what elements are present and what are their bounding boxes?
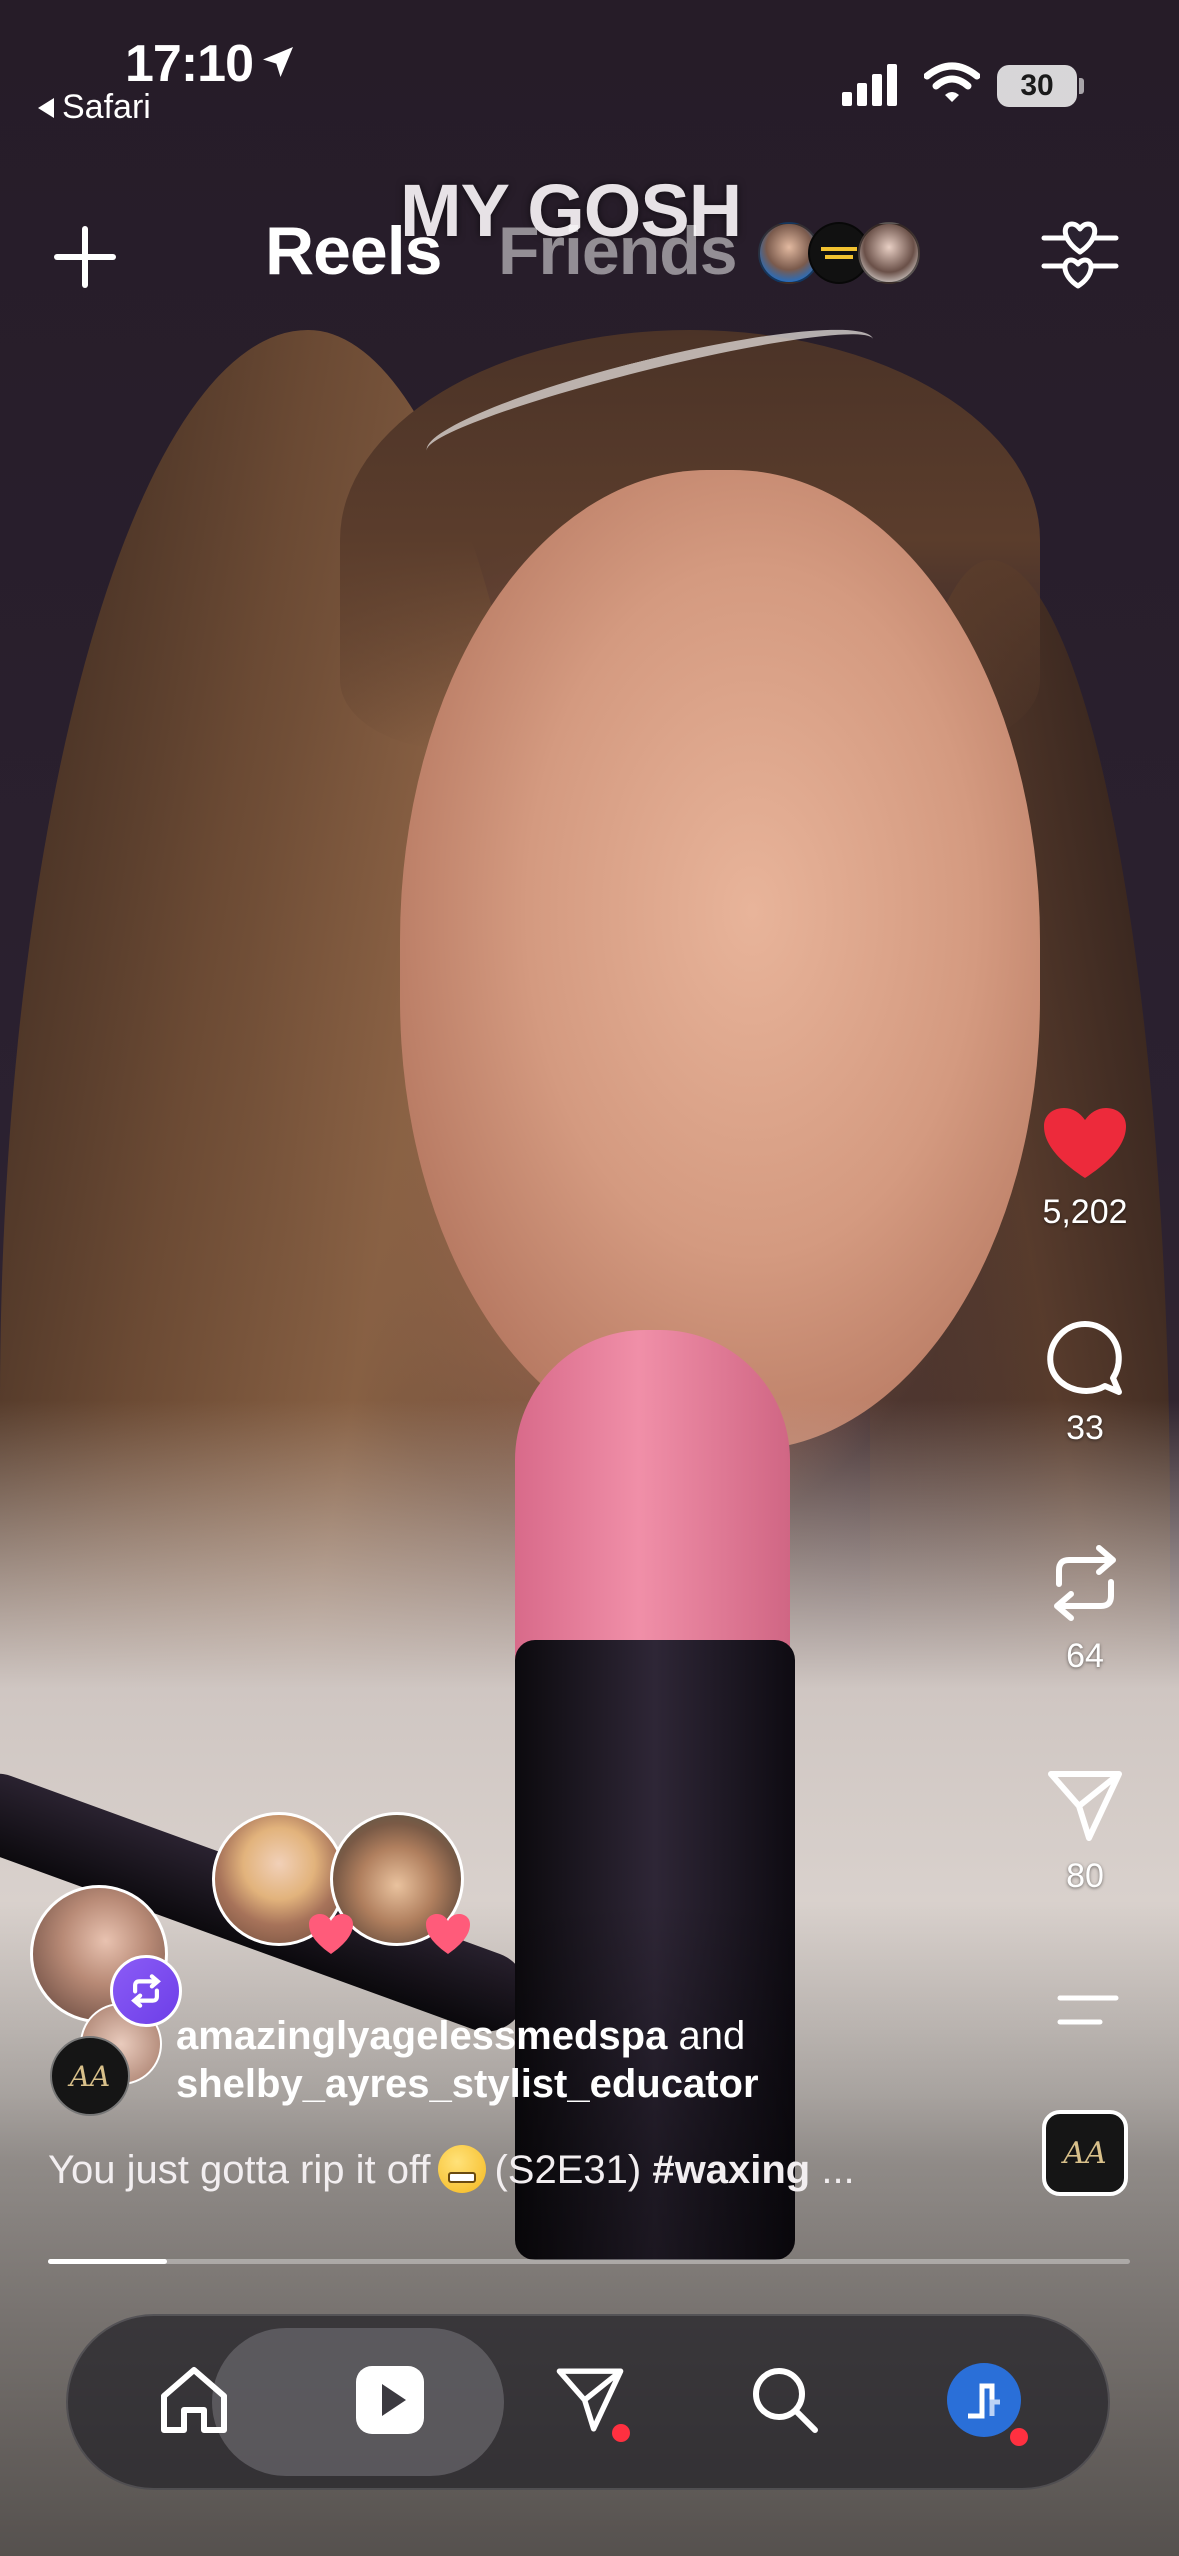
wifi-icon [924,62,980,102]
profile-notification-dot [1010,2428,1028,2446]
heart-sliders-icon[interactable] [1040,212,1120,292]
audio-track-thumbnail[interactable]: AA [1042,2110,1128,2196]
coach-logo-icon [821,247,857,259]
post-caption[interactable]: You just gotta rip it off (S2E31) #waxing… [48,2145,855,2193]
heart-badge-icon [426,1914,470,1954]
creator-logo-avatar[interactable]: AA [50,2036,130,2116]
video-progress-fill [48,2259,168,2264]
repost-badge-icon [131,1974,161,2008]
reels-play-icon [356,2366,424,2434]
profile-logo-icon [968,2383,1000,2419]
back-app-label: Safari [62,88,151,126]
audio-logo-monogram-icon: AA [1063,2135,1107,2171]
tab-home[interactable] [144,2350,244,2450]
tab-search[interactable] [735,2350,835,2450]
battery-indicator: 30 [997,65,1077,107]
video-progress-bar[interactable] [48,2259,1130,2264]
back-triangle-icon [38,97,54,118]
grimacing-face-emoji-icon [438,2145,487,2193]
location-arrow-icon [263,47,293,77]
messages-notification-dot [612,2424,630,2442]
caption-episode: (S2E31) [494,2148,642,2192]
reposter-avatar-stack[interactable] [212,1812,472,1962]
repost-badge [110,1955,182,2027]
more-menu-icon[interactable] [1056,1990,1120,2030]
friends-avatar-stack[interactable] [758,222,920,284]
reels-screen: 17:10 Safari 30 MY GOSH Reels Friends 5,… [0,0,1179,2556]
direct-send-icon [1048,1771,1122,1841]
battery-level: 30 [1020,69,1054,102]
cellular-signal-icon [842,64,897,106]
status-time: 17:10 [125,35,254,93]
like-action[interactable]: 5,202 [1030,1106,1140,1232]
friend-avatar [858,222,920,284]
caption-more[interactable]: ... [821,2148,854,2192]
heart-filled-icon [1044,1108,1126,1178]
username-secondary-link[interactable]: shelby_ayres_stylist_educator [176,2062,759,2106]
repost-action[interactable]: 64 [1030,1540,1140,1676]
back-to-safari-button[interactable]: Safari [38,88,151,127]
tab-friends[interactable]: Friends [498,212,738,290]
comment-count: 33 [1066,1409,1104,1447]
battery-tip [1079,78,1084,94]
create-plus-button[interactable] [50,222,120,292]
creator-logo-monogram-icon: AA [69,2059,111,2093]
video-face [400,470,1040,1450]
comment-action[interactable]: 33 [1030,1318,1140,1448]
home-icon [161,2367,227,2433]
authors-joiner: and [678,2014,746,2058]
tab-profile[interactable] [934,2350,1034,2450]
comment-bubble-icon [1047,1321,1122,1395]
like-count: 5,202 [1042,1193,1128,1231]
share-action[interactable]: 80 [1030,1766,1140,1896]
search-icon [753,2368,818,2433]
post-authors: amazinglyagelessmedspa and shelby_ayres_… [176,2012,759,2108]
caption-text: You just gotta rip it off [48,2148,431,2192]
tab-reels-nav[interactable] [340,2350,440,2450]
tab-messages[interactable] [540,2350,640,2450]
username-primary-link[interactable]: amazinglyagelessmedspa [176,2014,667,2058]
share-count: 80 [1066,1857,1104,1895]
tab-reels[interactable]: Reels [265,212,442,290]
repost-arrows-icon [1054,1545,1116,1621]
caption-hashtag[interactable]: #waxing [652,2148,810,2192]
heart-badge-icon [309,1914,353,1954]
repost-count: 64 [1066,1637,1104,1675]
profile-avatar [947,2363,1021,2437]
